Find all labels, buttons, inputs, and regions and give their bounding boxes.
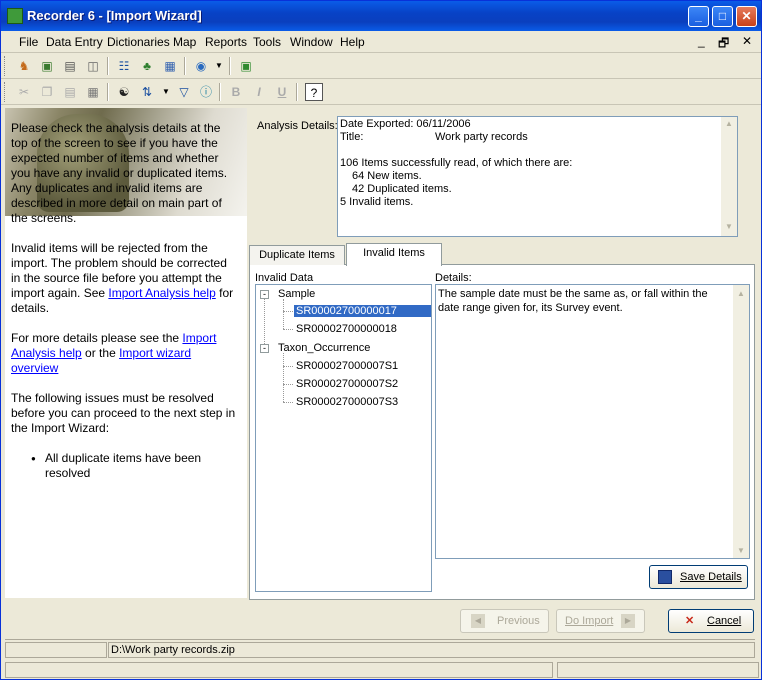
tree-item[interactable]: SR00002700000018 [296,323,397,335]
date-exported: Date Exported: 06/11/2006 [340,118,471,130]
toolbar-grip [4,82,7,102]
menu-help[interactable]: Help [340,35,365,49]
card-icon[interactable]: ▤ [61,57,79,75]
details-text: The sample date must be the same as, or … [438,288,708,314]
tree-item-selected[interactable]: SR00002700000017 [294,305,431,317]
save-icon [658,570,672,584]
minimize-button[interactable]: _ [688,6,709,27]
close-button[interactable]: ✕ [736,6,757,27]
status-panel-right [557,662,759,678]
edit-toolbar: ✂ ❐ ▤ ▦ ☯ ⇅ ▼ ▽ ⓘ B I U ? [1,79,761,105]
tree-node-taxon-occurrence[interactable]: Taxon_Occurrence [278,342,370,354]
details-label: Details: [435,272,472,284]
book-icon[interactable]: ▣ [237,57,255,75]
details-scrollbar[interactable]: ▲ ▼ [733,285,749,558]
help-text: Please check the analysis details at the… [11,121,239,481]
cancel-icon: ✕ [685,615,695,627]
scroll-down-icon[interactable]: ▼ [723,222,735,234]
italic-icon[interactable]: I [250,83,268,101]
save-details-button[interactable]: Save Details [649,565,748,589]
stack-icon[interactable]: ◫ [84,57,102,75]
dropdown-icon[interactable]: ▼ [157,83,175,101]
status-bar [5,660,759,678]
collapse-icon[interactable]: - [260,344,269,353]
main-toolbar: ♞ ▣ ▤ ◫ ☷ ♣ ▦ ◉ ▼ ▣ [1,53,761,79]
globe-icon[interactable]: ◉ [192,57,210,75]
image-icon[interactable]: ▣ [38,57,56,75]
dropdown-icon[interactable]: ▼ [210,57,228,75]
status-panel-main [5,662,553,678]
do-import-button[interactable]: Do Import ▶ [556,609,645,633]
status-file-path: D:\Work party records.zip [108,642,755,658]
invalid-data-tree[interactable]: - Sample SR00002700000017 SR000027000000… [255,284,432,592]
help-paragraph-3: For more details please see the Import A… [11,331,217,375]
summary-text: 106 Items successfully read, of which th… [340,157,573,169]
app-icon [7,8,23,24]
help-icon[interactable]: ? [305,83,323,101]
tab-invalid-items[interactable]: Invalid Items [346,243,442,266]
cancel-button[interactable]: ✕ Cancel [668,609,754,633]
cut-icon[interactable]: ✂ [15,83,33,101]
scroll-up-icon[interactable]: ▲ [723,119,735,131]
tree-item[interactable]: SR000027000007S2 [296,378,398,390]
mdi-restore-button[interactable]: 🗗 [718,34,729,55]
help-paragraph-1: Please check the analysis details at the… [11,121,228,225]
analysis-scrollbar[interactable]: ▲ ▼ [721,117,737,236]
invalid-data-label: Invalid Data [255,272,314,284]
import-analysis-help-link[interactable]: Import Analysis help [108,286,215,300]
help-paragraph-2: Invalid items will be rejected from the … [11,241,234,315]
new-items: 64 New items. [352,170,422,182]
filter-icon[interactable]: ▽ [175,83,193,101]
toolbar-grip [4,56,7,76]
collapse-icon[interactable]: - [260,290,269,299]
title-value: Work party records [435,131,528,143]
back-arrow-icon: ◀ [471,614,485,628]
menu-dictionaries[interactable]: Dictionaries [107,35,170,49]
copy-icon[interactable]: ❐ [38,83,56,101]
maximize-button[interactable]: □ [712,6,733,27]
scroll-up-icon[interactable]: ▲ [735,287,747,299]
status-panel-empty [5,642,107,658]
analysis-details-label: Analysis Details: [257,120,338,132]
duplicated-items: 42 Duplicated items. [352,183,452,195]
underline-icon[interactable]: U [273,83,291,101]
menu-window[interactable]: Window [290,35,333,49]
binoculars-icon[interactable]: ☯ [115,83,133,101]
menu-reports[interactable]: Reports [205,35,247,49]
title-label: Title: [340,131,364,143]
menu-map[interactable]: Map [173,35,196,49]
menu-bar: File Data Entry Dictionaries Map Reports… [1,31,761,53]
issue-item: All duplicate items have been resolved [31,451,239,481]
info-icon[interactable]: ⓘ [197,83,215,101]
title-bar: Recorder 6 - [Import Wizard] _ □ ✕ [1,1,761,31]
menu-tools[interactable]: Tools [253,35,281,49]
window-title: Recorder 6 - [Import Wizard] [27,8,202,23]
mdi-minimize-button[interactable]: _ [698,34,705,48]
network-icon[interactable]: ☷ [115,57,133,75]
menu-data-entry[interactable]: Data Entry [46,35,103,49]
tree-item[interactable]: SR000027000007S3 [296,396,398,408]
issues-list: All duplicate items have been resolved [31,451,239,481]
main-window: Recorder 6 - [Import Wizard] _ □ ✕ File … [0,0,762,680]
bold-icon[interactable]: B [227,83,245,101]
person-icon[interactable]: ♞ [15,57,33,75]
analysis-details-box[interactable]: Date Exported: 06/11/2006 Title: Work pa… [337,116,738,237]
scroll-down-icon[interactable]: ▼ [735,544,747,556]
map-icon[interactable]: ▦ [161,57,179,75]
report-icon[interactable]: ▦ [84,83,102,101]
tree-item[interactable]: SR000027000007S1 [296,360,398,372]
paste-icon[interactable]: ▤ [61,83,79,101]
previous-button[interactable]: ◀ Previous [460,609,549,633]
details-box[interactable]: The sample date must be the same as, or … [435,284,750,559]
tree-node-sample[interactable]: Sample [278,288,315,300]
mdi-close-button[interactable]: ✕ [742,34,752,48]
tree-icon[interactable]: ♣ [138,57,156,75]
forward-arrow-icon: ▶ [621,614,635,628]
menu-file[interactable]: File [19,35,38,49]
tab-duplicate-items[interactable]: Duplicate Items [249,245,345,265]
help-paragraph-4: The following issues must be resolved be… [11,391,236,435]
sort-icon[interactable]: ⇅ [138,83,156,101]
file-status-bar: D:\Work party records.zip [5,639,755,658]
invalid-items: 5 Invalid items. [340,196,414,208]
